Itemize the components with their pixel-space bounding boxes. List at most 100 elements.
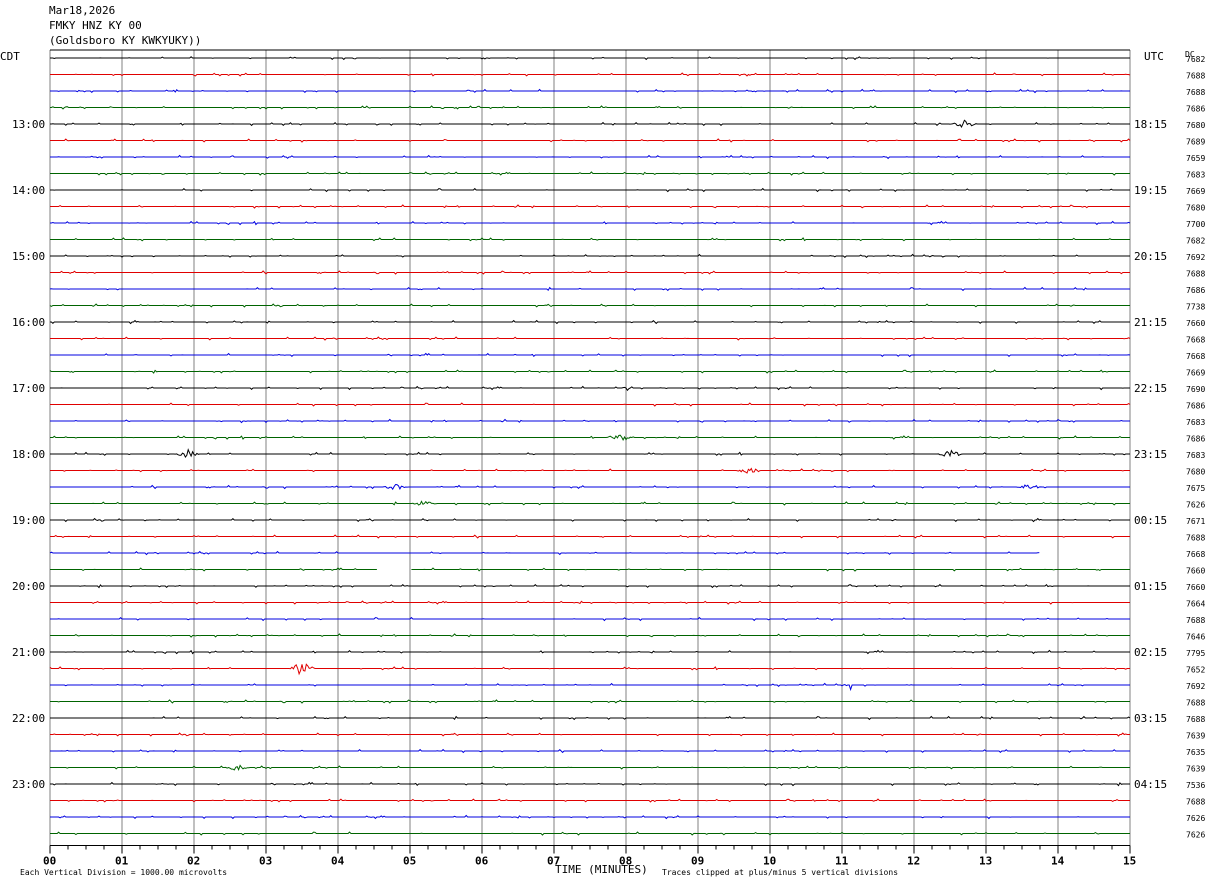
x-tick-label-9: 09 <box>691 855 704 868</box>
trace-29 <box>50 534 1130 539</box>
dc-offset-label-10: 7700 <box>1186 220 1205 229</box>
trace-41 <box>50 732 1130 737</box>
dc-offset-label-27: 7626 <box>1186 501 1205 510</box>
right-time-label-6: 00:15 <box>1134 514 1167 527</box>
trace-4 <box>50 119 1130 129</box>
dc-offset-label-33: 7664 <box>1186 600 1205 609</box>
trace-7 <box>50 171 1130 176</box>
x-tick-label-1: 01 <box>115 855 129 868</box>
dc-offset-label-4: 7680 <box>1186 121 1205 130</box>
x-tick-label-2: 02 <box>187 855 200 868</box>
right-time-label-0: 18:15 <box>1134 118 1167 131</box>
x-tick-label-10: 10 <box>763 855 776 868</box>
x-tick-label-12: 12 <box>907 855 920 868</box>
trace-5 <box>50 138 1131 143</box>
scale-note: Each Vertical Division = 1000.00 microvo… <box>20 868 228 877</box>
x-tick-label-6: 06 <box>475 855 489 868</box>
trace-18 <box>50 352 1131 358</box>
right-time-label-2: 20:15 <box>1134 250 1167 263</box>
dc-offset-label-37: 7652 <box>1186 666 1205 675</box>
dc-offset-label-47: 7626 <box>1186 831 1205 840</box>
clip-note: Traces clipped at plus/minus 5 vertical … <box>662 868 899 877</box>
dc-offset-label-35: 7646 <box>1186 633 1205 642</box>
x-tick-label-11: 11 <box>835 855 849 868</box>
x-axis-title: TIME (MINUTES) <box>555 863 648 876</box>
dc-offset-label-12: 7692 <box>1186 253 1205 262</box>
trace-1 <box>50 72 1131 77</box>
trace-44 <box>50 781 1130 787</box>
dc-offset-label-42: 7635 <box>1186 748 1205 757</box>
trace-2 <box>50 88 1130 94</box>
dc-offset-label-31: 7660 <box>1186 567 1205 576</box>
trace-6 <box>50 154 1130 160</box>
trace-14 <box>49 286 1130 292</box>
trace-12 <box>50 253 1130 258</box>
left-time-label-9: 22:00 <box>12 712 45 725</box>
trace-23 <box>50 434 1130 441</box>
left-time-label-6: 19:00 <box>12 514 45 527</box>
dc-offset-label-43: 7639 <box>1186 765 1205 774</box>
dc-offset-label-8: 7669 <box>1186 187 1205 196</box>
trace-22 <box>50 418 1130 424</box>
trace-30 <box>49 550 1040 556</box>
dc-offset-label-38: 7692 <box>1186 682 1205 691</box>
trace-15 <box>49 303 1130 308</box>
trace-47 <box>50 831 1130 836</box>
left-time-label-3: 16:00 <box>12 316 45 329</box>
trace-9 <box>50 204 1130 209</box>
dc-offset-label-5: 7689 <box>1186 138 1205 147</box>
dc-offset-label-11: 7682 <box>1186 237 1205 246</box>
right-time-label-7: 01:15 <box>1134 580 1167 593</box>
left-time-label-5: 18:00 <box>12 448 45 461</box>
x-tick-label-4: 04 <box>331 855 345 868</box>
right-zone-label: UTC <box>1144 50 1164 63</box>
dc-offset-label-41: 7639 <box>1186 732 1205 741</box>
left-time-label-10: 23:00 <box>12 778 45 791</box>
x-tick-label-0: 00 <box>43 855 56 868</box>
trace-46 <box>50 814 1130 820</box>
trace-26 <box>50 483 1130 491</box>
trace-27 <box>50 500 1130 506</box>
right-time-label-3: 21:15 <box>1134 316 1167 329</box>
trace-19 <box>49 369 1130 374</box>
right-time-label-10: 04:15 <box>1134 778 1167 791</box>
dc-offset-label-16: 7660 <box>1186 319 1205 328</box>
dc-offset-label-22: 7683 <box>1186 418 1205 427</box>
dc-offset-label-15: 7738 <box>1186 303 1205 312</box>
right-time-label-1: 19:15 <box>1134 184 1167 197</box>
dc-offset-label-44: 7536 <box>1186 781 1205 790</box>
trace-21 <box>50 402 1131 407</box>
dc-offset-label-25: 7680 <box>1186 468 1205 477</box>
x-tick-label-15: 15 <box>1123 855 1136 868</box>
dc-offset-label-39: 7688 <box>1186 699 1205 708</box>
left-time-label-0: 13:00 <box>12 118 45 131</box>
trace-34 <box>50 616 1130 622</box>
trace-32 <box>50 583 1130 589</box>
dc-offset-label-19: 7669 <box>1186 369 1205 378</box>
trace-28 <box>50 517 1130 523</box>
trace-35 <box>50 633 1130 638</box>
trace-13 <box>50 270 1130 275</box>
left-time-label-2: 15:00 <box>12 250 45 263</box>
trace-11 <box>50 237 1130 242</box>
dc-offset-label-29: 7688 <box>1186 534 1205 543</box>
dc-offset-label-6: 7659 <box>1186 154 1205 163</box>
dc-offset-label-1: 7688 <box>1186 72 1205 81</box>
dc-offset-label-26: 7675 <box>1186 484 1205 493</box>
dc-offset-label-9: 7680 <box>1186 204 1205 213</box>
trace-3 <box>50 105 1130 110</box>
trace-40 <box>50 715 1131 721</box>
dc-offset-label-7: 7683 <box>1186 171 1205 180</box>
dc-offset-label-14: 7686 <box>1186 286 1205 295</box>
x-tick-label-14: 14 <box>1051 855 1065 868</box>
seismogram-plot: 7682 7688 7688 7686 7680 7689 7659 7683 7669 7680… <box>0 49 1205 876</box>
x-tick-label-13: 13 <box>979 855 992 868</box>
dc-offset-label-34: 7688 <box>1186 616 1205 625</box>
dc-offset-label-3: 7686 <box>1186 105 1205 114</box>
trace-33 <box>50 600 1130 605</box>
trace-17 <box>50 336 1131 341</box>
trace-38 <box>50 682 1130 692</box>
x-tick-label-5: 05 <box>403 855 416 868</box>
trace-42 <box>50 748 1130 754</box>
dc-offset-label-23: 7686 <box>1186 435 1205 444</box>
